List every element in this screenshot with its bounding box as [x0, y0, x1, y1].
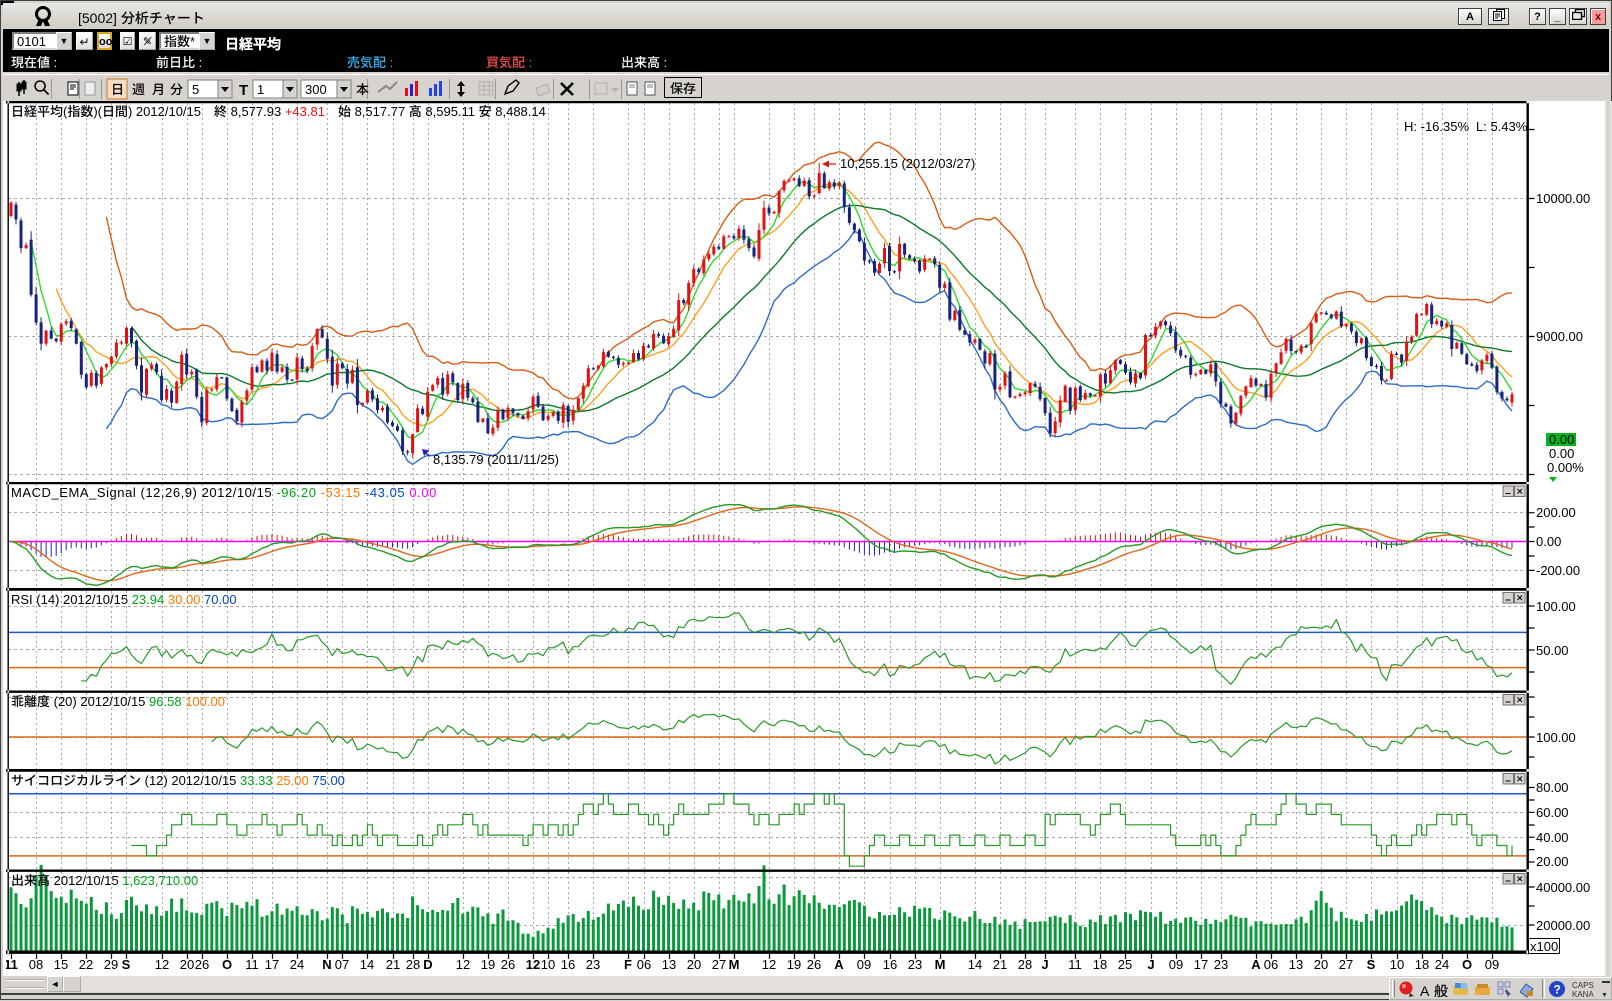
svg-text:12: 12 — [526, 954, 540, 973]
svg-text:MACD_EMA_Signal (12,26,9) 2012: MACD_EMA_Signal (12,26,9) 2012/10/15 -96… — [11, 482, 437, 501]
svg-text:20: 20 — [180, 954, 194, 973]
svg-text:23: 23 — [586, 954, 600, 973]
svg-text:06: 06 — [637, 954, 651, 973]
svg-text:12: 12 — [762, 954, 776, 973]
svg-text:11: 11 — [245, 954, 259, 973]
svg-text:18: 18 — [1093, 954, 1107, 973]
svg-text:23: 23 — [908, 954, 922, 973]
svg-text:20: 20 — [687, 954, 701, 973]
svg-text:J: J — [1041, 954, 1048, 973]
svg-text:A: A — [834, 954, 844, 973]
svg-text:15: 15 — [54, 954, 68, 973]
svg-text:H: -16.35%: H: -16.35% — [1404, 116, 1469, 135]
svg-text:20: 20 — [1314, 954, 1328, 973]
svg-text:12: 12 — [456, 954, 470, 973]
svg-text:07: 07 — [335, 954, 349, 973]
svg-text:27: 27 — [712, 954, 726, 973]
svg-text:23: 23 — [1214, 954, 1228, 973]
svg-text:日経平均(指数)(日間) 2012/10/15 終 8,57: 日経平均(指数)(日間) 2012/10/15 終 8,577.93 +43.8… — [11, 101, 546, 120]
svg-text:60.00: 60.00 — [1536, 802, 1569, 821]
svg-text:19: 19 — [481, 954, 495, 973]
svg-text:26: 26 — [195, 954, 209, 973]
svg-text:24: 24 — [290, 954, 304, 973]
svg-text:14: 14 — [360, 954, 374, 973]
svg-text:x100: x100 — [1530, 936, 1558, 955]
svg-text:RSI (14) 2012/10/15 23.94 30.0: RSI (14) 2012/10/15 23.94 30.00 70.00 — [11, 589, 237, 608]
svg-text:13: 13 — [1289, 954, 1303, 973]
svg-text:M: M — [935, 954, 946, 973]
svg-text:分: 分 — [170, 79, 183, 98]
svg-text:-200.00: -200.00 — [1536, 560, 1580, 579]
svg-text:22: 22 — [79, 954, 93, 973]
svg-text:9000.00: 9000.00 — [1536, 326, 1583, 345]
svg-text:14: 14 — [968, 954, 982, 973]
svg-text:20000.00: 20000.00 — [1536, 915, 1590, 934]
svg-text:13: 13 — [662, 954, 676, 973]
svg-text:200.00: 200.00 — [1536, 502, 1576, 521]
svg-text:S: S — [1367, 954, 1376, 973]
svg-text:40.00: 40.00 — [1536, 827, 1569, 846]
svg-text:S: S — [122, 954, 131, 973]
svg-text:09: 09 — [857, 954, 871, 973]
svg-text:08: 08 — [29, 954, 43, 973]
svg-text:1: 1 — [257, 79, 264, 98]
svg-text:19: 19 — [787, 954, 801, 973]
svg-text:09: 09 — [1485, 954, 1499, 973]
svg-text:27: 27 — [1339, 954, 1353, 973]
svg-text:100.00: 100.00 — [1536, 596, 1576, 615]
svg-text:月: 月 — [152, 79, 165, 98]
svg-text:T: T — [239, 79, 248, 100]
svg-text:J: J — [1147, 954, 1154, 973]
svg-text:D: D — [423, 954, 432, 973]
svg-text:29: 29 — [104, 954, 118, 973]
svg-text:09: 09 — [1169, 954, 1183, 973]
svg-text:出来高 2012/10/15 1,623,710.00: 出来高 2012/10/15 1,623,710.00 — [11, 870, 198, 889]
svg-text:10000.00: 10000.00 — [1536, 188, 1590, 207]
svg-text:16: 16 — [883, 954, 897, 973]
svg-text:11: 11 — [1068, 954, 1082, 973]
svg-text:5: 5 — [192, 79, 199, 98]
svg-text:06: 06 — [1264, 954, 1278, 973]
svg-text:10,255.15 (2012/03/27): 10,255.15 (2012/03/27) — [840, 153, 975, 172]
svg-text:O: O — [222, 954, 232, 973]
svg-text:40000.00: 40000.00 — [1536, 877, 1590, 896]
svg-text:16: 16 — [561, 954, 575, 973]
svg-text:8,135.79 (2011/11/25): 8,135.79 (2011/11/25) — [433, 449, 559, 468]
svg-text:A: A — [1251, 954, 1261, 973]
svg-text:25: 25 — [1118, 954, 1132, 973]
svg-text:28: 28 — [406, 954, 420, 973]
svg-text:28: 28 — [1018, 954, 1032, 973]
svg-text:11: 11 — [6, 954, 18, 973]
svg-text:本: 本 — [356, 79, 369, 98]
svg-text:10: 10 — [541, 954, 555, 973]
svg-text:サイコロジカルライン (12) 2012/10/15 33.: サイコロジカルライン (12) 2012/10/15 33.33 25.00 7… — [11, 770, 345, 789]
svg-text:日: 日 — [111, 79, 124, 98]
svg-text:300: 300 — [305, 79, 327, 98]
svg-text:N: N — [322, 954, 331, 973]
svg-text:50.00: 50.00 — [1536, 640, 1569, 659]
svg-text:18: 18 — [1415, 954, 1429, 973]
svg-text:100.00: 100.00 — [1536, 727, 1576, 746]
svg-text:20.00: 20.00 — [1536, 851, 1569, 870]
svg-text:F: F — [624, 954, 632, 973]
svg-text:26: 26 — [501, 954, 515, 973]
svg-text:乖離度 (20) 2012/10/15 96.58 100.: 乖離度 (20) 2012/10/15 96.58 100.00 — [11, 691, 225, 710]
svg-text:O: O — [1462, 954, 1472, 973]
svg-text:L: 5.43%: L: 5.43% — [1476, 116, 1528, 135]
svg-text:17: 17 — [1194, 954, 1208, 973]
svg-text:週: 週 — [132, 79, 145, 98]
svg-text:21: 21 — [386, 954, 400, 973]
svg-text:12: 12 — [155, 954, 169, 973]
svg-text:26: 26 — [807, 954, 821, 973]
svg-text:0.00: 0.00 — [1536, 531, 1561, 550]
svg-text:21: 21 — [993, 954, 1007, 973]
svg-text:?: ? — [1554, 981, 1561, 998]
svg-text:0.00%: 0.00% — [1547, 457, 1584, 476]
svg-text:M: M — [729, 954, 740, 973]
svg-text:24: 24 — [1435, 954, 1449, 973]
svg-text:17: 17 — [265, 954, 279, 973]
svg-text:80.00: 80.00 — [1536, 777, 1569, 796]
svg-text:10: 10 — [1390, 954, 1404, 973]
